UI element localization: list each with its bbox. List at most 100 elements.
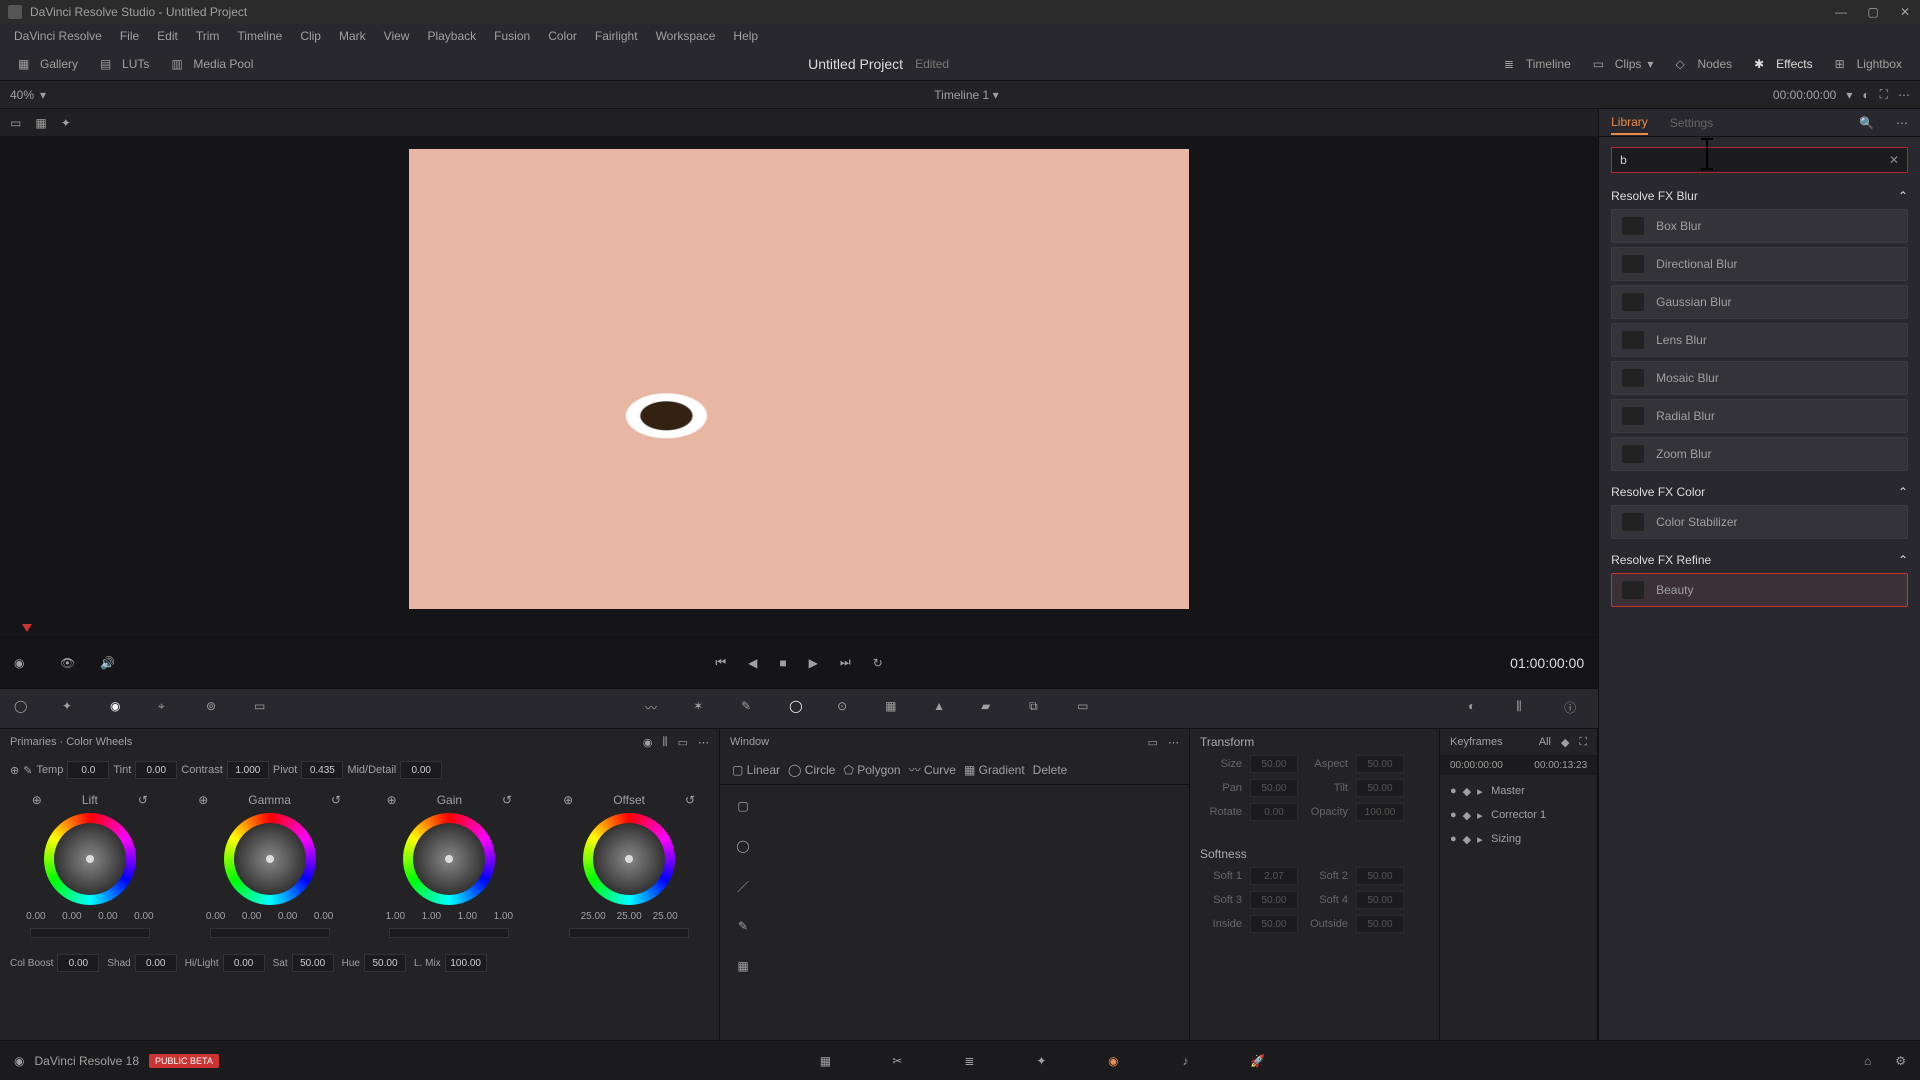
linear-tool[interactable]: ▢ Linear [732,763,780,777]
fx-item[interactable]: Beauty [1611,573,1908,607]
color-wheel-gain[interactable] [403,813,495,905]
stereo-icon[interactable]: ⧉ [1029,699,1049,719]
menu-workspace[interactable]: Workspace [648,27,724,45]
wheel-value[interactable]: 0.00 [20,911,52,922]
effects-button[interactable]: ✱Effects [1746,54,1820,74]
preset-icon[interactable]: ▭ [1148,736,1158,749]
xf-field[interactable]: 100.00 [1356,803,1404,821]
wheel-reset-icon[interactable]: ↺ [331,793,341,807]
speaker-icon[interactable]: 🔊 [100,656,115,670]
bypass-icon[interactable]: ◐ [1862,88,1869,102]
wheel-value[interactable]: 0.00 [56,911,88,922]
keyframe-mode-icon[interactable]: ◐ [1468,699,1488,719]
page-fusion[interactable]: ✦ [1030,1050,1052,1072]
data-burn-icon[interactable]: ▭ [1077,699,1097,719]
scopes-icon[interactable]: ⫼ [1516,699,1536,719]
fx-item[interactable]: Lens Blur [1611,323,1908,357]
kf-expand-icon[interactable]: ⛶ [1579,736,1587,749]
search-icon[interactable]: 🔍 [1859,116,1874,130]
timeline-name[interactable]: Timeline 1 [934,88,989,102]
flag-icon[interactable]: ▰ [981,699,1001,719]
window-icon[interactable]: ◯ [789,699,809,719]
auto-balance-icon[interactable]: ⊕ [10,764,19,777]
bars-mode-icon[interactable]: ⫼ [663,736,668,749]
wheel-value[interactable]: 1.00 [415,911,447,922]
wheel-value[interactable]: 0.00 [200,911,232,922]
warper-icon[interactable]: ✶ [693,699,713,719]
wheel-slider[interactable] [569,928,689,938]
expand-icon[interactable]: ▸ [1477,785,1485,798]
curves-icon[interactable]: ◯ [14,699,34,719]
shape-row-curve[interactable]: ✎ [732,915,1177,937]
wheel-slider[interactable] [210,928,330,938]
search-input[interactable] [1620,153,1889,167]
timecode-in[interactable]: 00:00:00:00 [1773,88,1836,102]
fx-item[interactable]: Zoom Blur [1611,437,1908,471]
wheel-reset-icon[interactable]: ↺ [502,793,512,807]
enable-icon[interactable]: ◆ [1463,809,1471,822]
gallery-button[interactable]: ▦Gallery [10,54,86,74]
fx-item[interactable]: Radial Blur [1611,399,1908,433]
nodes-button[interactable]: ◇Nodes [1667,54,1740,74]
xf-field[interactable]: 0.00 [1250,803,1298,821]
menu-color[interactable]: Color [540,27,585,45]
wheel-value[interactable]: 25.00 [613,911,645,922]
wheel-picker-icon[interactable]: ⊕ [563,793,573,807]
menu-fusion[interactable]: Fusion [486,27,538,45]
viewer-ruler[interactable] [0,622,1598,638]
menu-davinci-resolve[interactable]: DaVinci Resolve [6,27,110,45]
wheel-value[interactable]: 0.00 [128,911,160,922]
page-edit[interactable]: ≣ [958,1050,980,1072]
viewer-area[interactable] [0,136,1598,622]
more-icon[interactable]: ⋯ [1896,116,1908,130]
zoom-level[interactable]: 40% [10,88,34,102]
play-button[interactable]: ▶ [809,656,818,670]
eye-icon[interactable]: 👁 [60,656,75,670]
wheel-value[interactable]: 25.00 [577,911,609,922]
loop-button[interactable]: ↻ [873,656,883,670]
delete-tool[interactable]: Delete [1033,763,1068,777]
tracker-icon[interactable]: ⌖ [158,699,178,719]
menu-timeline[interactable]: Timeline [229,27,290,45]
home-icon[interactable]: ⌂ [1864,1054,1871,1068]
shape-row-gradient[interactable]: ▦ [732,955,1177,977]
first-frame-button[interactable]: ⏮ [715,655,726,670]
luts-button[interactable]: ▤LUTs [92,54,157,74]
page-color[interactable]: ◉ [1102,1050,1124,1072]
pivot-field[interactable]: 0.435 [301,761,343,779]
hilight-field[interactable]: 0.00 [223,954,265,972]
wheel-value[interactable]: 1.00 [379,911,411,922]
page-media[interactable]: ▦ [814,1050,836,1072]
wheel-slider[interactable] [30,928,150,938]
kf-mode-icon[interactable]: ◆ [1561,736,1569,749]
shape-row-line[interactable]: ／ [732,875,1177,897]
page-deliver[interactable]: 🚀 [1246,1050,1268,1072]
menu-fairlight[interactable]: Fairlight [587,27,646,45]
gallery-icon[interactable]: ▲ [933,699,953,719]
wheel-picker-icon[interactable]: ⊕ [32,793,42,807]
picker-icon[interactable]: ✎ [23,764,32,777]
shape-row-circle[interactable]: ◯ [732,835,1177,857]
more-icon[interactable]: ⋯ [698,736,709,749]
page-cut[interactable]: ✂ [886,1050,908,1072]
stop-button[interactable]: ■ [779,656,786,670]
wheel-value[interactable]: 0.00 [272,911,304,922]
curve-tool[interactable]: 〰 Curve [909,761,956,778]
fx-item[interactable]: Mosaic Blur [1611,361,1908,395]
hue-field[interactable]: 50.00 [364,954,406,972]
fx-item[interactable]: Directional Blur [1611,247,1908,281]
fx-item[interactable]: Box Blur [1611,209,1908,243]
lock-icon[interactable]: ● [1450,809,1457,821]
wheel-value[interactable]: 1.00 [451,911,483,922]
clear-search-button[interactable]: ✕ [1889,153,1899,167]
wheel-value[interactable]: 0.00 [92,911,124,922]
circle-tool[interactable]: ◯ Circle [788,763,835,777]
menu-view[interactable]: View [376,27,418,45]
lmix-field[interactable]: 100.00 [445,954,487,972]
color-wheel-gamma[interactable] [224,813,316,905]
menu-file[interactable]: File [112,27,147,45]
tracking-icon[interactable]: ⊙ [837,699,857,719]
enable-icon[interactable]: ◆ [1463,785,1471,798]
soft-field[interactable]: 50.00 [1356,891,1404,909]
color-wheel-offset[interactable] [583,813,675,905]
